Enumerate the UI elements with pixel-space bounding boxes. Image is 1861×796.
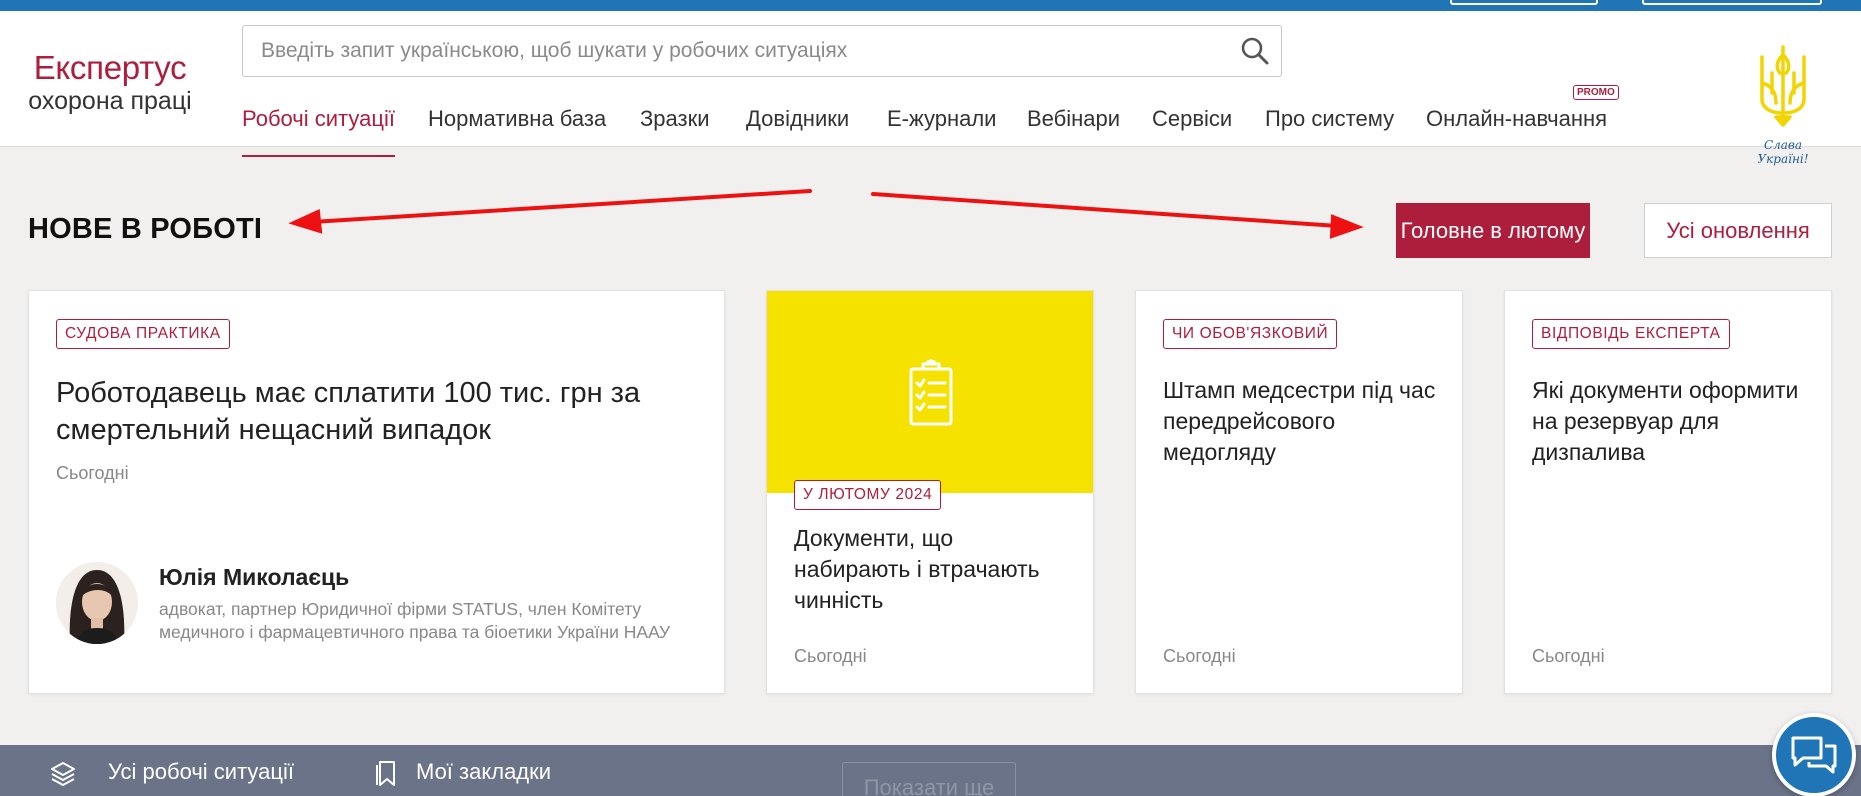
card-date: Сьогодні bbox=[794, 646, 867, 666]
main-in-february-button[interactable]: Головне в лютому bbox=[1396, 203, 1590, 258]
author-name[interactable]: Юлія Миколаєць bbox=[159, 564, 349, 591]
trident-icon bbox=[1760, 45, 1806, 127]
all-updates-button[interactable]: Усі оновлення bbox=[1644, 203, 1832, 258]
chat-button[interactable] bbox=[1772, 713, 1856, 796]
top-strip bbox=[0, 0, 1861, 11]
ukraine-emblem: Слава Україні! bbox=[1738, 43, 1828, 166]
header: Експертус охорона праці Робочі ситуації … bbox=[0, 11, 1861, 166]
news-card-expert-answer[interactable]: ВІДПОВІДЬ ЕКСПЕРТА Які документи оформит… bbox=[1504, 290, 1832, 694]
promo-badge: PROMO bbox=[1573, 85, 1619, 100]
card-title[interactable]: Роботодавець має сплатити 100 тис. грн з… bbox=[56, 375, 696, 449]
nav-item-e-journals[interactable]: Е-журнали bbox=[887, 101, 996, 157]
nav-item-online-learning[interactable]: Онлайн-навчання bbox=[1426, 101, 1607, 157]
search-input[interactable] bbox=[243, 26, 1213, 76]
card-date: Сьогодні bbox=[56, 463, 129, 483]
my-bookmarks-link[interactable]: Мої закладки bbox=[416, 745, 551, 796]
author-avatar bbox=[56, 562, 138, 644]
nav-item-about-system[interactable]: Про систему bbox=[1265, 101, 1394, 157]
nav-item-handbooks[interactable]: Довідники bbox=[746, 101, 849, 157]
author-description: адвокат, партнер Юридичної фірми STATUS,… bbox=[159, 599, 671, 642]
nav-item-webinars[interactable]: Вебінари bbox=[1027, 101, 1120, 157]
news-card-court-practice[interactable]: СУДОВА ПРАКТИКА Роботодавець має сплатит… bbox=[28, 290, 725, 694]
card-tag: ВІДПОВІДЬ ЕКСПЕРТА bbox=[1532, 319, 1730, 349]
nav-item-regulatory-base[interactable]: Нормативна база bbox=[428, 101, 606, 157]
search-icon[interactable] bbox=[1239, 35, 1271, 67]
logo[interactable]: Експертус охорона праці bbox=[26, 49, 194, 115]
top-strip-button-2[interactable] bbox=[1642, 0, 1822, 5]
logo-title: Експертус bbox=[33, 49, 187, 86]
card-title[interactable]: Документи, що набирають і втрачають чинн… bbox=[794, 523, 1074, 616]
news-card-is-mandatory[interactable]: ЧИ ОБОВ'ЯЗКОВИЙ Штамп медсестри під час … bbox=[1135, 290, 1463, 694]
card-date: Сьогодні bbox=[1163, 646, 1236, 666]
clipboard-checklist-icon bbox=[909, 359, 953, 426]
top-strip-button-1[interactable] bbox=[1450, 0, 1598, 5]
card-title[interactable]: Штамп медсестри під час передрейсового м… bbox=[1163, 375, 1443, 468]
card-image bbox=[767, 291, 1093, 493]
card-title[interactable]: Які документи оформити на резервуар для … bbox=[1532, 375, 1812, 468]
emblem-caption: Слава Україні! bbox=[1757, 138, 1809, 166]
logo-subtitle: охорона праці bbox=[28, 87, 192, 115]
search-bar bbox=[242, 25, 1282, 77]
card-tag: СУДОВА ПРАКТИКА bbox=[56, 319, 230, 349]
card-date: Сьогодні bbox=[1532, 646, 1605, 666]
card-tag: У ЛЮТОМУ 2024 bbox=[794, 480, 942, 510]
all-work-situations-link[interactable]: Усі робочі ситуації bbox=[108, 745, 294, 796]
nav-item-work-situations[interactable]: Робочі ситуації bbox=[242, 101, 395, 157]
section-title: НОВЕ В РОБОТІ bbox=[28, 213, 263, 245]
nav-item-services[interactable]: Сервіси bbox=[1152, 101, 1232, 157]
news-card-february-2024[interactable]: У ЛЮТОМУ 2024 Документи, що набирають і … bbox=[766, 290, 1094, 694]
layers-icon bbox=[51, 762, 75, 786]
bookmark-icon bbox=[376, 761, 395, 786]
card-tag: ЧИ ОБОВ'ЯЗКОВИЙ bbox=[1163, 319, 1338, 349]
show-more-button[interactable]: Показати ще bbox=[842, 762, 1016, 796]
chat-icon bbox=[1791, 736, 1837, 774]
nav-item-samples[interactable]: Зразки bbox=[640, 101, 710, 157]
